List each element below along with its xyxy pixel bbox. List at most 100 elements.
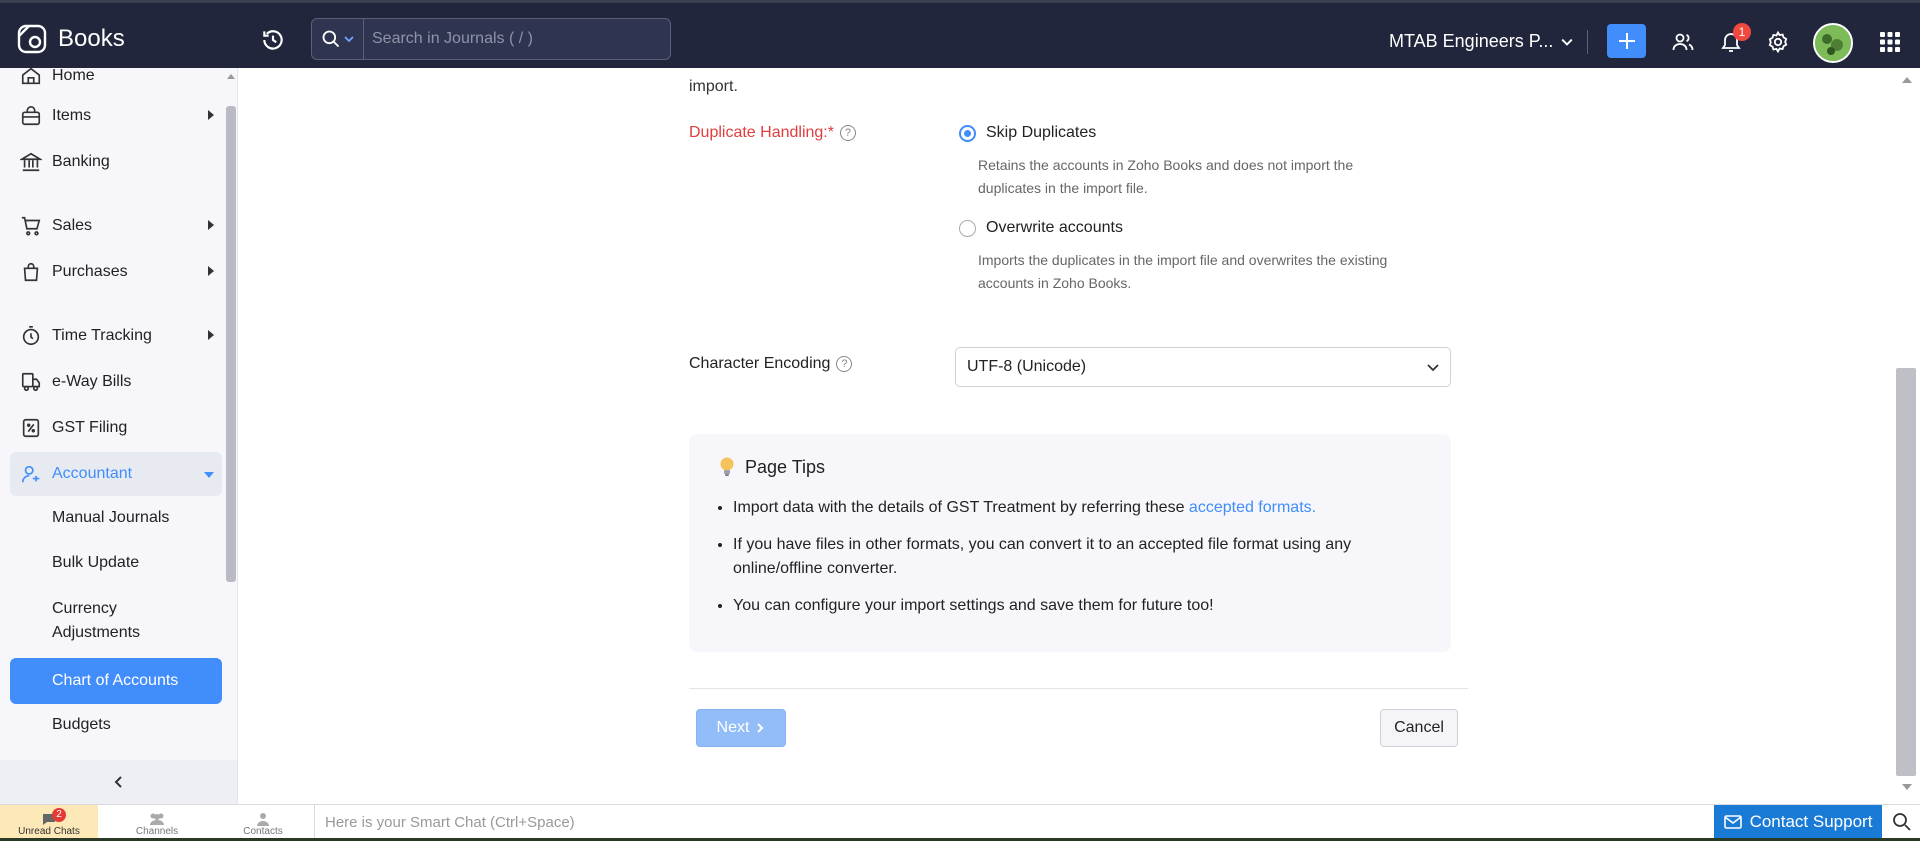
- caret-right-icon: [208, 266, 214, 276]
- contact-support-label: Contact Support: [1749, 812, 1873, 831]
- topbar-divider: [1587, 30, 1588, 54]
- list-item: If you have files in other formats, you …: [733, 533, 1433, 581]
- sidebar-item-time-tracking[interactable]: Time Tracking: [10, 314, 222, 358]
- main-scrollbar[interactable]: [1896, 368, 1916, 776]
- help-icon[interactable]: ?: [836, 356, 853, 372]
- sidebar: Home Items Banking Sales Purchases Time …: [0, 68, 238, 804]
- truck-icon: [21, 372, 41, 392]
- page-tips-title: Page Tips: [719, 456, 825, 478]
- sidebar-subitem-bulk-update[interactable]: Bulk Update: [10, 551, 222, 575]
- sidebar-item-banking[interactable]: Banking: [10, 140, 222, 184]
- sidebar-scrollbar[interactable]: [226, 106, 236, 582]
- gst-doc-icon: [22, 418, 40, 438]
- contacts-tab[interactable]: Contacts: [214, 805, 312, 839]
- page-tips-panel: Page Tips Import data with the details o…: [689, 434, 1451, 652]
- main-scroll-up-arrow[interactable]: [1902, 77, 1912, 83]
- smart-chat-input[interactable]: [325, 813, 1712, 831]
- channels-label: Channels: [135, 826, 179, 837]
- sidebar-item-label: Time Tracking: [52, 327, 152, 344]
- skip-duplicates-radio-option[interactable]: Skip Duplicates: [959, 124, 1096, 142]
- character-encoding-label: Character Encoding ?: [689, 355, 853, 373]
- gear-icon[interactable]: [1766, 30, 1790, 54]
- lightbulb-icon: [720, 457, 734, 476]
- sidebar-item-eway-bills[interactable]: e-Way Bills: [10, 360, 222, 404]
- top-bar: Books MTAB Engineers P... 1: [0, 0, 1920, 68]
- unread-count-badge: 2: [52, 808, 66, 822]
- notification-count-badge: 1: [1733, 23, 1751, 41]
- app-grid-icon[interactable]: [1878, 30, 1902, 54]
- list-item: You can configure your import settings a…: [733, 594, 1433, 618]
- skip-duplicates-description: Retains the accounts in Zoho Books and d…: [978, 157, 1354, 196]
- search-icon: [322, 30, 340, 48]
- sidebar-item-purchases[interactable]: Purchases: [10, 250, 222, 294]
- overwrite-accounts-radio-option[interactable]: Overwrite accounts: [959, 219, 1123, 237]
- org-name: MTAB Engineers P...: [1389, 31, 1554, 51]
- caret-right-icon: [208, 110, 214, 120]
- plus-icon: [1618, 33, 1635, 49]
- skip-duplicates-radio[interactable]: [959, 124, 976, 142]
- unread-chats-label: Unread Chats: [18, 826, 80, 837]
- channels-tab[interactable]: Channels: [108, 805, 206, 839]
- brand[interactable]: Books: [16, 23, 125, 55]
- sidebar-subitem-manual-journals[interactable]: Manual Journals: [10, 506, 222, 530]
- chevron-down-icon: [344, 36, 354, 43]
- sidebar-item-items[interactable]: Items: [10, 94, 222, 138]
- page-tips-list: Import data with the details of GST Trea…: [733, 496, 1433, 631]
- truncated-text: import.: [689, 78, 738, 95]
- radio-label: Overwrite accounts: [986, 219, 1123, 236]
- page-tips-heading: Page Tips: [745, 456, 826, 477]
- sidebar-item-label: GST Filing: [52, 419, 128, 436]
- sidebar-subitem-currency-adjustments[interactable]: Currency Adjustments: [10, 597, 200, 645]
- sidebar-item-sales[interactable]: Sales: [10, 204, 222, 248]
- caret-right-icon: [208, 330, 214, 340]
- help-icon[interactable]: ?: [839, 125, 856, 141]
- next-button[interactable]: Next: [696, 709, 786, 747]
- smart-chat-bar[interactable]: [314, 805, 1712, 839]
- sidebar-item-accountant[interactable]: Accountant: [10, 452, 222, 496]
- home-icon: [21, 68, 41, 85]
- caret-right-icon: [208, 220, 214, 230]
- sidebar-item-label: e-Way Bills: [52, 373, 132, 390]
- overwrite-accounts-description: Imports the duplicates in the import fil…: [978, 252, 1388, 291]
- group-icon: [150, 813, 164, 825]
- main-scroll-down-arrow[interactable]: [1902, 784, 1912, 790]
- search-input[interactable]: [364, 30, 664, 48]
- contact-person-icon: [257, 813, 269, 826]
- caret-down-icon: [204, 472, 214, 478]
- users-icon[interactable]: [1671, 30, 1695, 54]
- cancel-button[interactable]: Cancel: [1380, 709, 1458, 747]
- contact-support-button[interactable]: Contact Support: [1714, 805, 1882, 839]
- search-icon[interactable]: [1892, 812, 1912, 832]
- search-scope-toggle[interactable]: [312, 19, 364, 59]
- avatar[interactable]: [1813, 23, 1853, 63]
- overwrite-accounts-radio[interactable]: [959, 219, 976, 237]
- duplicate-handling-text: Duplicate Handling:*: [689, 124, 834, 141]
- sidebar-subitem-budgets[interactable]: Budgets: [10, 713, 222, 737]
- chevron-left-icon: [114, 776, 122, 788]
- sidebar-collapse-button[interactable]: [0, 760, 237, 804]
- search-box[interactable]: [311, 18, 671, 60]
- unread-chats-tab[interactable]: Unread Chats 2: [0, 805, 98, 839]
- sidebar-item-gst-filing[interactable]: GST Filing: [10, 406, 222, 450]
- select-value: UTF-8 (Unicode): [967, 358, 1087, 375]
- sidebar-item-label: Purchases: [52, 263, 128, 280]
- org-switcher[interactable]: MTAB Engineers P...: [1389, 31, 1573, 52]
- user-accountant-icon: [21, 465, 40, 483]
- accepted-formats-link[interactable]: accepted formats.: [1189, 499, 1316, 516]
- avatar-image-icon: [1815, 25, 1851, 61]
- footer-divider: [689, 688, 1468, 689]
- sidebar-subitem-chart-of-accounts[interactable]: Chart of Accounts: [10, 658, 222, 704]
- shopping-bag-icon: [23, 262, 39, 282]
- sidebar-item-label: Home: [52, 68, 95, 84]
- list-item: Import data with the details of GST Trea…: [733, 496, 1433, 520]
- sidebar-item-label: Sales: [52, 217, 93, 234]
- character-encoding-select[interactable]: UTF-8 (Unicode): [955, 347, 1451, 387]
- sidebar-item-label: Items: [52, 107, 92, 124]
- quick-create-button[interactable]: [1607, 24, 1646, 58]
- books-logo-icon: [17, 24, 47, 54]
- sidebar-scroll-up-arrow[interactable]: [227, 74, 235, 79]
- cart-icon: [21, 216, 41, 236]
- main-content: import. Duplicate Handling:* ? Skip Dupl…: [239, 68, 1897, 804]
- history-icon[interactable]: [260, 27, 286, 53]
- sidebar-item-label: Banking: [52, 153, 110, 170]
